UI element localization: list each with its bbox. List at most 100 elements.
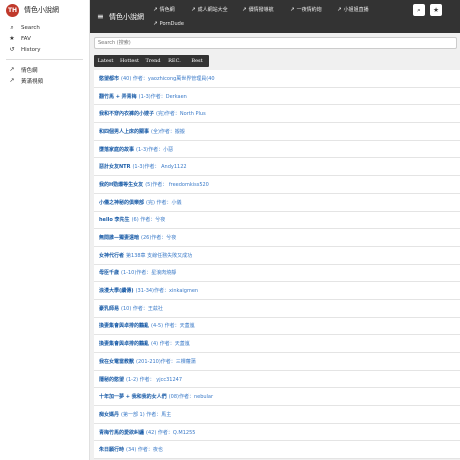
header-link-sex-site[interactable]: ↗ 情色網 — [153, 6, 175, 14]
sidebar-link-sex-site[interactable]: ↗ 情色網 — [0, 64, 89, 75]
story-meta: (26)作者：兮夜 — [141, 235, 177, 242]
list-item[interactable]: 青梅竹馬的愛欲糾纏 (42) 作者：Q.M1255 — [94, 424, 460, 442]
story-meta: (1-2) 作者： yjcc31247 — [126, 376, 183, 383]
external-link-icon: ↗ — [337, 6, 342, 13]
list-item[interactable]: 我在女電當教獸 (201-210)作者：三棵蘿蒲 — [94, 353, 460, 371]
site-title[interactable]: 情色小說網 — [24, 5, 59, 15]
list-item[interactable]: 朱日願行時 (34) 作者：夜也 — [94, 441, 460, 460]
story-title[interactable]: 朱日願行時 — [99, 446, 124, 453]
story-meta: (34) 作者：夜也 — [126, 447, 163, 454]
list-item[interactable]: 痴女媽丹 (第一部 1) 作者：馬主 — [94, 406, 460, 424]
history-icon: ↺ — [9, 46, 15, 53]
search-input[interactable] — [94, 37, 457, 49]
list-item[interactable]: 換妻集會與卓排的鸛亂 (4) 作者：天蓋嵐 — [94, 335, 460, 353]
story-title[interactable]: 惡計女友NTR — [99, 163, 130, 170]
story-title[interactable]: 我在女電當教獸 — [99, 358, 134, 365]
header-link-adult-sites[interactable]: ↗ 成人網站大全 — [191, 6, 228, 14]
brand[interactable]: TH 情色小說網 — [0, 0, 89, 20]
favorite-button[interactable]: ★ — [430, 4, 442, 16]
sidebar-item-history[interactable]: ↺ History — [0, 44, 89, 55]
external-link-icon: ↗ — [153, 21, 158, 27]
sidebar-item-search[interactable]: ⌕ Search — [0, 22, 89, 33]
story-title[interactable]: 翻竹馬 + 弄青梅 — [99, 93, 137, 100]
star-icon: ★ — [433, 6, 439, 14]
star-icon: ★ — [9, 35, 15, 42]
story-title[interactable]: 女神代行者 — [99, 252, 124, 259]
list-item[interactable]: 女神代行者 第138章 支線任務失敗又成功 — [94, 247, 460, 265]
story-title[interactable]: 換妻集會與卓排的鸛亂 — [99, 322, 149, 329]
story-meta: 第138章 支線任務失敗又成功 — [126, 252, 193, 259]
list-item[interactable]: 豪乳師易 (10) 作者：王茲社 — [94, 300, 460, 318]
story-meta: (4) 作者：天蓋嵐 — [151, 341, 190, 348]
story-meta: (10) 作者：王茲社 — [121, 305, 163, 312]
story-meta: (201-210)作者：三棵蘿蒲 — [136, 358, 196, 365]
header-link-nav[interactable]: ↗ 價情撥導航 — [242, 6, 274, 14]
story-title[interactable]: 墮落家庭的故事 — [99, 146, 134, 153]
list-item[interactable]: 慾望都市 (40) 作者：yaozhicong萬世界管理員(40 — [94, 70, 460, 88]
story-meta: (4-5) 作者：天蓋嵐 — [151, 323, 195, 330]
sidebar: TH 情色小說網 ⌕ Search ★ FAV ↺ History ↗ 情色網 … — [0, 0, 90, 460]
external-link-icon: ↗ — [242, 6, 247, 13]
list-item[interactable]: 翻竹馬 + 弄青梅 (1-3)作者：Derkaen — [94, 88, 460, 106]
list-item[interactable]: 小儀之神秘的俱樂部 (完) 作者：小儀 — [94, 194, 460, 212]
sidebar-item-label: 情色網 — [21, 67, 38, 74]
site-logo[interactable]: TH — [6, 3, 19, 17]
story-title[interactable]: 隱秘的慾望 — [99, 376, 124, 383]
story-title[interactable]: 母臣千歲 — [99, 269, 119, 276]
sidebar-item-label: 黃滿視頻 — [21, 78, 44, 85]
list-item[interactable]: 無間誰—獨妻遠暗 (26)作者：兮夜 — [94, 229, 460, 247]
story-meta: (完)作者：North Plus — [156, 111, 206, 118]
list-item[interactable]: 和四個男人上床的關事 (全)作者：搬搬 — [94, 123, 460, 141]
story-title[interactable]: 青梅竹馬的愛欲糾纏 — [99, 429, 144, 436]
list-item[interactable]: 我和不穿內衣褲的小嫂子 (完)作者：North Plus — [94, 105, 460, 124]
story-meta: (40) 作者：yaozhicong萬世界管理員(40 — [121, 75, 215, 82]
tab-best[interactable]: Best — [185, 55, 209, 67]
story-title[interactable]: 我的H勁爆等生女友 — [99, 181, 143, 188]
story-title[interactable]: 痴女媽丹 — [99, 411, 119, 418]
story-title[interactable]: 無間誰—獨妻遠暗 — [99, 234, 139, 241]
sidebar-item-fav[interactable]: ★ FAV — [0, 33, 89, 44]
external-link-icon: ↗ — [290, 6, 295, 13]
story-title[interactable]: 和四個男人上床的關事 — [99, 128, 149, 135]
list-item[interactable]: 浪漫大學(續傳) (31-34)作者：xinkaigmen — [94, 282, 460, 300]
story-title[interactable]: 我和不穿內衣褲的小嫂子 — [99, 110, 154, 117]
list-item[interactable]: 墮落家庭的故事 (1-3)作者：小惡 — [94, 141, 460, 159]
search-button[interactable]: ⌕ — [413, 4, 425, 16]
list-item[interactable]: hello 李先生 (6) 作者：兮夜 — [94, 212, 460, 230]
list-item[interactable]: 換妻集會與卓排的鸛亂 (4-5) 作者：天蓋嵐 — [94, 318, 460, 336]
sort-tabs: Latest Hottest Trend REC. Best — [94, 55, 209, 67]
sidebar-item-label: Search — [21, 24, 40, 31]
hamburger-menu-icon[interactable]: ≡ — [97, 12, 104, 21]
list-item[interactable]: 母臣千歲 (1-10)作者：星浪肉燒靜 — [94, 265, 460, 283]
search-icon: ⌕ — [10, 23, 14, 31]
story-title[interactable]: 慾望都市 — [99, 75, 119, 82]
header-title[interactable]: 情色小說網 — [109, 12, 144, 22]
story-title[interactable]: 十年加一夢 + 我和我的女人們 — [99, 393, 167, 400]
story-title[interactable]: 換妻集會與卓排的鸛亂 — [99, 340, 149, 347]
tab-hottest[interactable]: Hottest — [117, 55, 142, 67]
list-item[interactable]: 我的H勁爆等生女友 (5)作者： freedomkiss520 — [94, 176, 460, 194]
story-meta: (全)作者：搬搬 — [151, 128, 185, 135]
tab-latest[interactable]: Latest — [94, 55, 117, 67]
list-item[interactable]: 十年加一夢 + 我和我的女人們 (08)作者：nebular — [94, 388, 460, 407]
sidebar-nav: ⌕ Search ★ FAV ↺ History ↗ 情色網 ↗ 黃滿視頻 — [0, 20, 89, 88]
external-link-icon: ↗ — [153, 6, 158, 13]
search-icon: ⌕ — [417, 5, 421, 14]
list-item[interactable]: 隱秘的慾望 (1-2) 作者： yjcc31247 — [94, 371, 460, 389]
story-title[interactable]: hello 李先生 — [99, 216, 130, 223]
story-meta: (5)作者： freedomkiss520 — [145, 181, 209, 188]
sidebar-item-label: FAV — [21, 35, 31, 42]
story-meta: (完) 作者：小儀 — [146, 199, 182, 206]
story-meta: (1-10)作者：星浪肉燒靜 — [121, 270, 177, 277]
header-link-live[interactable]: ↗ 小姐姐直播 — [337, 6, 369, 14]
sidebar-link-video[interactable]: ↗ 黃滿視頻 — [0, 75, 89, 86]
story-title[interactable]: 小儀之神秘的俱樂部 — [99, 199, 144, 206]
header-link-hookup[interactable]: ↗ 一夜情約炮 — [290, 6, 322, 14]
story-meta: (31-34)作者：xinkaigmen — [135, 288, 199, 295]
list-item[interactable]: 惡計女友NTR (1-3)作者： Andy1122 — [94, 158, 460, 177]
tab-trend[interactable]: Trend — [142, 55, 164, 67]
header-link-porndude[interactable]: ↗ PornDude — [153, 21, 184, 27]
story-title[interactable]: 浪漫大學(續傳) — [99, 287, 134, 294]
story-title[interactable]: 豪乳師易 — [99, 305, 119, 312]
tab-rec[interactable]: REC. — [164, 55, 185, 67]
